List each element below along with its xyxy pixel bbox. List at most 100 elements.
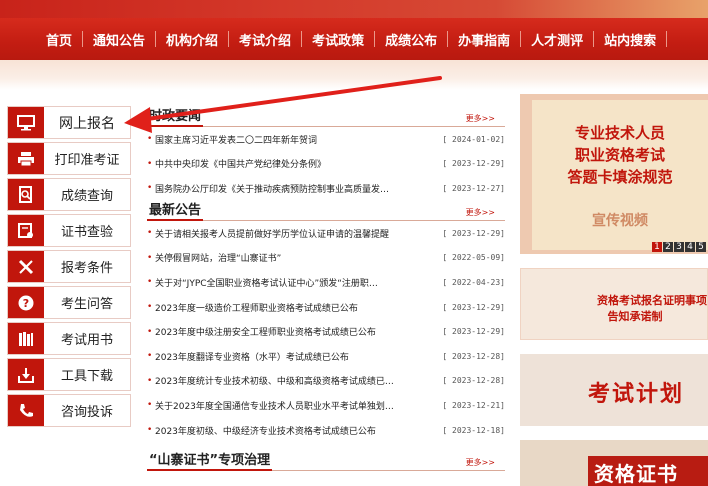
nav-separator (374, 31, 376, 47)
news-title-link[interactable]: 国务院办公厅印发《关于推动疾病预防控制事业高质量发… (155, 182, 435, 195)
news-title-link[interactable]: 2023年度一级造价工程师职业资格考试成绩已公布 (155, 301, 435, 314)
more-link[interactable]: 更多>> (466, 457, 495, 468)
bullet-icon: • (147, 134, 153, 145)
news-item: • 关于请相关报考人员提前做好学历学位认证申请的温馨提醒 [ 2023-12-29] (147, 221, 505, 246)
service-label: 咨询投诉 (60, 405, 113, 420)
news-item: • 2023年度初级、中级经济专业技术资格考试成绩已公布 [ 2023-12-18] (147, 418, 505, 443)
bullet-icon: • (147, 425, 153, 436)
bullet-icon: • (147, 375, 153, 386)
section-title: 最新公告 (147, 199, 204, 221)
pager-button[interactable]: 1 (652, 242, 662, 252)
news-item: • 关于对“JYPC全国职业资格考试认证中心”颁发“注册职… [ 2022-04-2… (147, 270, 505, 295)
pager-button[interactable]: 4 (685, 242, 695, 252)
banner-title: 考试计划 (588, 381, 685, 407)
service-item[interactable]: 咨询投诉 (7, 394, 131, 427)
service-item[interactable]: 网上报名 (7, 106, 131, 139)
service-label: 成绩查询 (60, 189, 113, 204)
news-title-link[interactable]: 关停假冒网站，治理“山寨证书” (155, 251, 435, 264)
news-date: [ 2024-01-02] (442, 134, 505, 144)
nav-separator (666, 31, 668, 47)
banner-line-2: 职业资格考试 (574, 146, 665, 164)
news-title-link[interactable]: 关于对“JYPC全国职业资格考试认证中心”颁发“注册职… (155, 276, 435, 289)
tools-icon (8, 251, 44, 282)
news-date: [ 2023-12-29] (442, 327, 505, 337)
pager-button[interactable]: 5 (696, 242, 706, 252)
bullet-icon: • (147, 158, 153, 169)
news-item: • 国家主席习近平发表二〇二四年新年贺词 [ 2024-01-02] (147, 127, 505, 152)
section-title: 时政要闻 (147, 105, 204, 127)
nav-link[interactable]: 站内搜索 (594, 30, 666, 49)
banner-line-2: 告知承诺制 (607, 310, 663, 323)
nav-link[interactable]: 人才测评 (521, 30, 593, 49)
nav-separator (520, 31, 522, 47)
news-title-link[interactable]: 国家主席习近平发表二〇二四年新年贺词 (155, 133, 435, 146)
news-date: [ 2023-12-29] (442, 228, 505, 238)
books-icon (8, 323, 44, 354)
news-title-link[interactable]: 2023年度翻译专业资格（水平）考试成绩已公布 (155, 350, 435, 363)
section-title: “山寨证书”专项治理 (147, 449, 273, 471)
service-label: 证书查验 (60, 225, 113, 240)
banner-line-1: 专业技术人员 (574, 124, 665, 142)
pager-button[interactable]: 2 (663, 242, 673, 252)
nav-link[interactable]: 办事指南 (448, 30, 520, 49)
news-title-link[interactable]: 2023年度中级注册安全工程师职业资格考试成绩已公布 (155, 325, 435, 338)
nav-separator (228, 31, 230, 47)
news-title-link[interactable]: 关于2023年度全国通信专业技术人员职业水平考试单独划… (155, 399, 435, 412)
bullet-icon: • (147, 302, 153, 313)
nav-link[interactable]: 考试政策 (302, 30, 374, 49)
nav-item: 办事指南 (448, 18, 522, 60)
service-label: 打印准考证 (54, 153, 120, 168)
download-icon (8, 359, 44, 390)
banner-line-1: 资格考试报名证明事项 (597, 294, 707, 307)
nav-link[interactable]: 成绩公布 (375, 30, 447, 49)
news-date: [ 2022-05-09] (442, 253, 505, 263)
service-label: 工具下载 (60, 369, 113, 384)
nav-item: 成绩公布 (375, 18, 449, 60)
news-title-link[interactable]: 2023年度统计专业技术初级、中级和高级资格考试成绩已… (155, 374, 435, 387)
service-item[interactable]: ? 考生问答 (7, 286, 131, 319)
commitment-banner[interactable]: 资格考试报名证明事项 告知承诺制 (520, 268, 708, 340)
exam-plan-banner[interactable]: 考试计划 (520, 354, 708, 426)
service-item[interactable]: 打印准考证 (7, 142, 131, 175)
header-band (0, 60, 708, 90)
news-item: • 2023年度中级注册安全工程师职业资格考试成绩已公布 [ 2023-12-29] (147, 319, 505, 344)
news-date: [ 2023-12-18] (442, 425, 505, 435)
bullet-icon: • (147, 277, 153, 288)
news-list: • 关于请相关报考人员提前做好学历学位认证申请的温馨提醒 [ 2023-12-29]… (147, 221, 505, 442)
carousel-pager: 12345 (652, 242, 707, 252)
certificate-banner[interactable]: 资格证书 (520, 440, 708, 486)
news-title-link[interactable]: 关于请相关报考人员提前做好学历学位认证申请的温馨提醒 (155, 227, 435, 240)
service-item[interactable]: 工具下载 (7, 358, 131, 391)
pager-button[interactable]: 3 (674, 242, 684, 252)
bullet-icon: • (147, 183, 153, 194)
nav-link[interactable]: 机构介绍 (156, 30, 228, 49)
service-item[interactable]: 考试用书 (7, 322, 131, 355)
header-banner-strip (0, 0, 708, 18)
service-item[interactable]: 报考条件 (7, 250, 131, 283)
nav-item: 考试介绍 (229, 18, 303, 60)
latest-notice-section: 最新公告 更多>> • 关于请相关报考人员提前做好学历学位认证申请的温馨提醒 [ 2… (147, 200, 505, 442)
news-item: • 2023年度统计专业技术初级、中级和高级资格考试成绩已… [ 2023-12-2… (147, 369, 505, 394)
svg-text:?: ? (23, 297, 29, 310)
news-title-link[interactable]: 2023年度初级、中级经济专业技术资格考试成绩已公布 (155, 424, 435, 437)
service-item[interactable]: 证书查验 (7, 214, 131, 247)
bullet-icon: • (147, 252, 153, 263)
service-menu: 网上报名打印准考证成绩查询证书查验报考条件? 考生问答 考试用书工具下载咨询投诉 (7, 106, 131, 430)
section-header: 最新公告 更多>> (147, 200, 505, 221)
monitor-icon (8, 107, 44, 138)
nav-item: 机构介绍 (156, 18, 230, 60)
nav-link[interactable]: 首页 (36, 30, 82, 49)
bullet-icon: • (147, 351, 153, 362)
nav-link[interactable]: 通知公告 (83, 30, 155, 49)
news-title-link[interactable]: 中共中央印发《中国共产党纪律处分条例》 (155, 157, 435, 170)
more-link[interactable]: 更多>> (466, 113, 495, 124)
nav-separator (447, 31, 449, 47)
nav-link[interactable]: 考试介绍 (229, 30, 301, 49)
service-item[interactable]: 成绩查询 (7, 178, 131, 211)
answer-sheet-banner[interactable]: 专业技术人员 职业资格考试 答题卡填涂规范 宣传视频 12345 (520, 94, 708, 254)
news-date: [ 2023-12-27] (442, 183, 505, 193)
section-header: 时政要闻 更多>> (147, 106, 505, 127)
question-icon: ? (8, 287, 44, 318)
more-link[interactable]: 更多>> (466, 207, 495, 218)
video-label: 宣传视频 (592, 213, 648, 229)
